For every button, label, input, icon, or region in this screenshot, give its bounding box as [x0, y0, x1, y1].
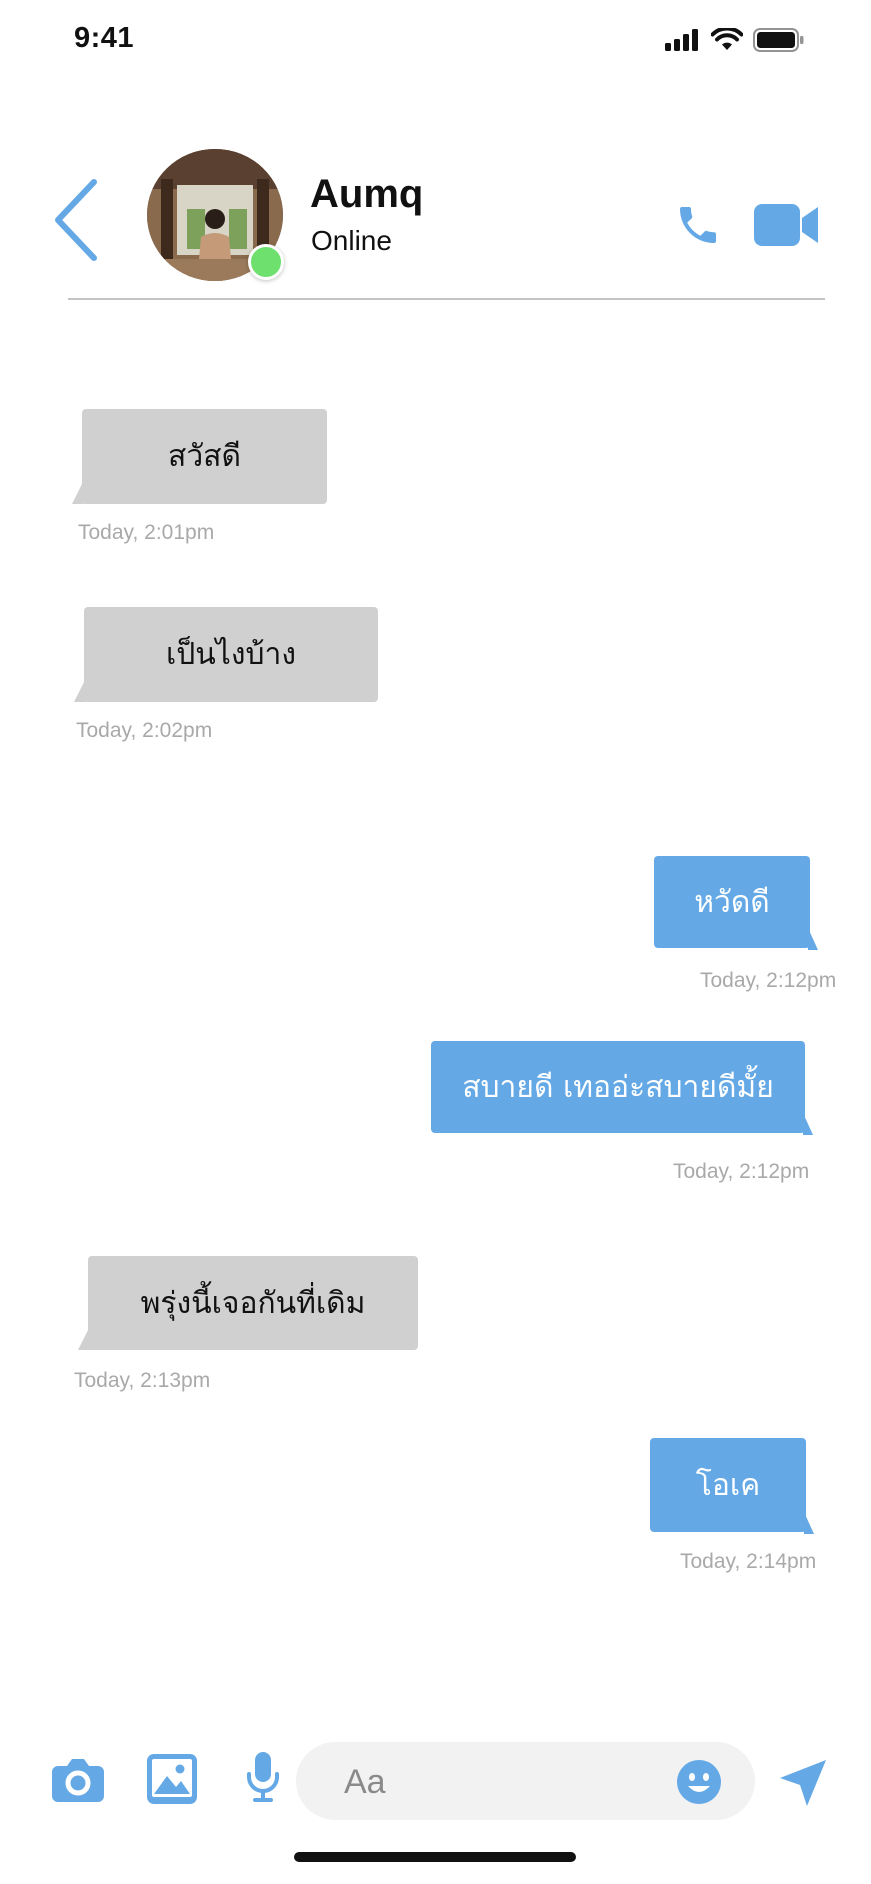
send-button[interactable]: [778, 1758, 828, 1808]
message-input[interactable]: [342, 1742, 646, 1822]
chevron-left-icon: [55, 179, 97, 261]
message-bubble-outgoing[interactable]: โอเค: [650, 1438, 814, 1534]
message-timestamp: Today, 2:12pm: [673, 1160, 810, 1183]
message-bubble-incoming[interactable]: สวัสดี: [72, 409, 327, 504]
bubble-tail: [808, 928, 818, 950]
camera-button[interactable]: [52, 1756, 104, 1802]
contact-name: Aumq: [310, 172, 424, 216]
video-camera-icon: [754, 204, 818, 246]
emoji-icon: [677, 1760, 721, 1804]
emoji-button[interactable]: [677, 1760, 721, 1804]
gallery-button[interactable]: [147, 1754, 197, 1804]
message-timestamp: Today, 2:13pm: [74, 1369, 211, 1392]
back-button[interactable]: [50, 178, 102, 262]
message-bubble-incoming[interactable]: พรุ่งนี้เจอกันที่เดิม: [78, 1256, 418, 1350]
bubble-tail: [804, 1512, 814, 1534]
message-bubble-incoming[interactable]: เป็นไงบ้าง: [74, 607, 378, 702]
battery-icon: [753, 28, 804, 52]
message-bubble-outgoing[interactable]: สบายดี เทออ่ะสบายดีมั้ย: [431, 1041, 813, 1135]
message-timestamp: Today, 2:14pm: [680, 1550, 817, 1573]
message-timestamp: Today, 2:12pm: [700, 969, 837, 992]
message-text: หวัดดี: [694, 884, 770, 920]
message-timestamp: Today, 2:01pm: [78, 521, 215, 544]
video-call-button[interactable]: [754, 202, 818, 248]
contact-status: Online: [311, 225, 392, 256]
phone-icon: [680, 207, 716, 243]
message-bubble-outgoing[interactable]: หวัดดี: [654, 856, 818, 950]
message-text: เป็นไงบ้าง: [165, 637, 297, 672]
bubble-tail: [803, 1113, 813, 1135]
signal-icon: [665, 29, 698, 51]
message-text: สบายดี เทออ่ะสบายดีมั้ย: [462, 1069, 774, 1105]
message-timestamp: Today, 2:02pm: [76, 719, 213, 742]
home-indicator: [294, 1852, 576, 1862]
status-time: 9:41: [74, 22, 135, 54]
header-divider: [68, 298, 825, 300]
bubble-tail: [78, 1326, 90, 1350]
message-input-container[interactable]: [296, 1742, 755, 1822]
bubble-tail: [74, 678, 86, 702]
online-status-dot: [248, 244, 284, 280]
bubble-tail: [72, 480, 84, 504]
microphone-button[interactable]: [246, 1752, 280, 1804]
wifi-icon: [711, 28, 743, 50]
message-text: พรุ่งนี้เจอกันที่เดิม: [140, 1285, 366, 1321]
microphone-icon: [247, 1752, 279, 1802]
camera-icon: [52, 1759, 104, 1802]
status-icons: [665, 28, 805, 52]
message-text: โอเค: [695, 1467, 761, 1503]
send-icon: [780, 1760, 826, 1806]
image-icon: [147, 1754, 197, 1804]
call-button[interactable]: [674, 200, 722, 250]
message-text: สวัสดี: [168, 439, 241, 474]
